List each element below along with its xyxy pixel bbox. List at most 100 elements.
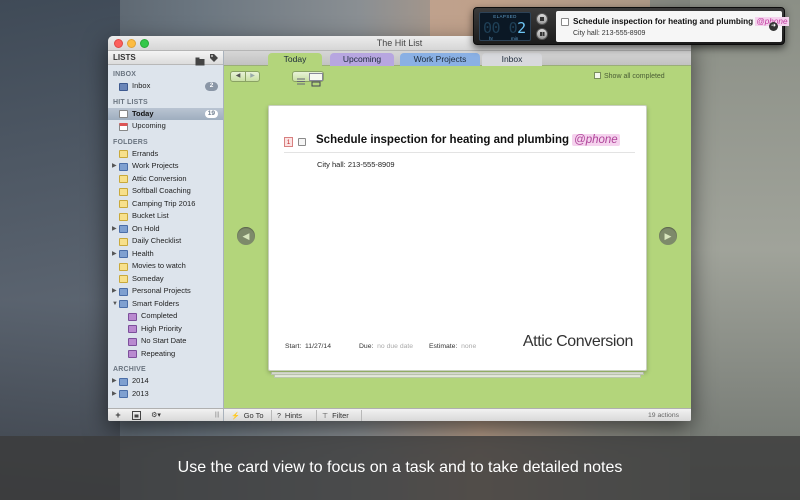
folder-view-icon[interactable] [195,53,205,66]
go-to-task-icon[interactable]: ➜ [769,22,778,31]
app-window: The Hit List LISTS INBOX Inbox 2 HIT LIS… [108,36,691,421]
minutes-ones-digit: 2 [517,19,526,37]
sidebar-item-health[interactable]: ▶ Health [108,248,223,261]
disclosure-triangle-icon[interactable]: ▶ [112,223,117,236]
sidebar-item-label: Movies to watch [132,261,186,270]
tab-inbox[interactable]: Inbox [482,53,542,66]
sidebar-item-bucket-list[interactable]: Bucket List [108,210,223,223]
show-all-completed-checkbox[interactable] [594,72,601,79]
elapsed-timer-display: ELAPSED 00 02 hr min [479,12,531,41]
elapsed-digits: 00 02 [483,19,526,37]
show-all-completed-label: Show all completed [604,73,665,80]
disclosure-triangle-icon[interactable]: ▶ [112,248,117,261]
stop-timer-button[interactable] [536,13,548,25]
sidebar-item-smart-folders[interactable]: ▼ Smart Folders [108,298,223,311]
view-mode-control [292,71,324,87]
sidebar-item-inbox[interactable]: Inbox 2 [108,80,223,93]
minutes-tens-digit: 0 [508,19,518,37]
sidebar-item-movies[interactable]: Movies to watch [108,260,223,273]
due-date-field[interactable]: Due: no due date [359,343,413,350]
sidebar-item-personal-projects[interactable]: ▶ Personal Projects [108,285,223,298]
sidebar-item-today[interactable]: Today 19 [108,107,223,120]
previous-card-button[interactable]: ◀ [237,227,255,245]
sidebar-item-completed[interactable]: Completed [108,310,223,323]
estimate-value: none [461,343,477,350]
context-tag[interactable]: @phone [572,134,620,146]
start-date-field[interactable]: Start: 11/27/14 [285,343,331,350]
list-view-button[interactable] [295,73,309,85]
sidebar-item-work-projects[interactable]: ▶ Work Projects [108,160,223,173]
sidebar-item-high-priority[interactable]: High Priority [108,323,223,336]
sidebar-item-daily-checklist[interactable]: Daily Checklist [108,235,223,248]
sidebar-header-label: LISTS [113,53,136,62]
go-to-label: Go To [243,411,264,420]
sidebar-item-upcoming[interactable]: Upcoming [108,120,223,133]
estimate-label: Estimate: [429,343,458,350]
sidebar-item-attic-conversion[interactable]: Attic Conversion [108,173,223,186]
sidebar-item-camping-trip[interactable]: Camping Trip 2016 [108,198,223,211]
estimate-field[interactable]: Estimate: none [429,343,476,350]
sidebar-item-label: 2013 [132,388,149,398]
task-complete-checkbox[interactable] [298,138,306,146]
start-date-label: Start: [285,343,302,350]
main-content: Today Upcoming Work Projects Inbox ◀ ▶ S… [224,51,691,408]
folder-icon [119,225,128,233]
filter-label: Filter [332,411,349,420]
disclosure-triangle-icon[interactable]: ▶ [112,160,117,173]
tab-work-projects[interactable]: Work Projects [400,53,480,66]
lightning-icon: ⚡ [231,413,240,420]
disclosure-triangle-icon[interactable]: ▶ [112,388,117,401]
sidebar-item-label: High Priority [141,323,182,333]
sidebar-item-2013[interactable]: ▶ 2013 [108,388,223,401]
go-to-button[interactable]: ⚡ Go To [231,410,264,421]
sidebar-item-softball-coaching[interactable]: Softball Coaching [108,185,223,198]
sidebar-item-label: Smart Folders [132,298,180,308]
sidebar-resize-handle[interactable]: ||| [212,410,222,421]
inbox-icon [119,82,128,91]
folder-icon [119,300,128,308]
task-title-text: Schedule inspection for heating and plum… [316,134,570,146]
today-count-badge: 19 [204,109,218,118]
sidebar-item-label: Attic Conversion [132,173,187,183]
tag-view-icon[interactable] [209,53,219,62]
tab-today[interactable]: Today [268,53,322,66]
section-archive: ARCHIVE [113,366,146,373]
start-date-value: 11/27/14 [305,343,331,350]
forward-button[interactable]: ▶ [245,72,259,81]
calendar-upcoming-icon [119,122,128,131]
background-left [0,0,120,500]
sidebar-item-2014[interactable]: ▶ 2014 [108,375,223,388]
sidebar-item-no-start-date[interactable]: No Start Date [108,335,223,348]
timer-task-panel[interactable]: Schedule inspection for heating and plum… [556,11,789,42]
back-button[interactable]: ◀ [231,72,245,81]
show-all-completed[interactable]: Show all completed [594,72,665,80]
tab-upcoming[interactable]: Upcoming [330,53,394,66]
task-title[interactable]: Schedule inspection for heating and plum… [316,134,620,146]
sidebar-item-errands[interactable]: Errands [108,148,223,161]
sidebar-item-label: No Start Date [141,336,187,345]
new-folder-button[interactable] [130,410,142,421]
sidebar-item-someday[interactable]: Someday [108,273,223,286]
task-notes[interactable]: City hall: 213-555-8909 [317,160,395,169]
smart-folder-icon [128,350,137,358]
add-list-button[interactable]: + [112,410,124,421]
pause-timer-button[interactable] [536,28,548,40]
disclosure-triangle-expanded-icon[interactable]: ▼ [112,298,118,311]
timer-task-checkbox[interactable] [561,18,569,26]
disclosure-triangle-icon[interactable]: ▶ [112,285,117,298]
gear-menu-button[interactable]: ⚙▾ [148,410,164,421]
list-icon [119,212,128,221]
timer-task-note: City hall: 213-555-8909 [573,30,646,37]
next-card-button[interactable]: ▶ [659,227,677,245]
card-view-button[interactable] [309,73,323,87]
hints-button[interactable]: ? Hints [277,410,302,421]
folder-icon [119,162,128,171]
sidebar-item-on-hold[interactable]: ▶ On Hold [108,223,223,236]
filter-button[interactable]: ⊤ Filter [322,410,349,421]
priority-badge[interactable]: 1 [284,137,293,147]
hours-digits: 00 [483,19,501,37]
sidebar-item-repeating[interactable]: Repeating [108,348,223,361]
filter-icon: ⊤ [322,413,329,420]
disclosure-triangle-icon[interactable]: ▶ [112,375,117,388]
list-icon [119,187,128,196]
